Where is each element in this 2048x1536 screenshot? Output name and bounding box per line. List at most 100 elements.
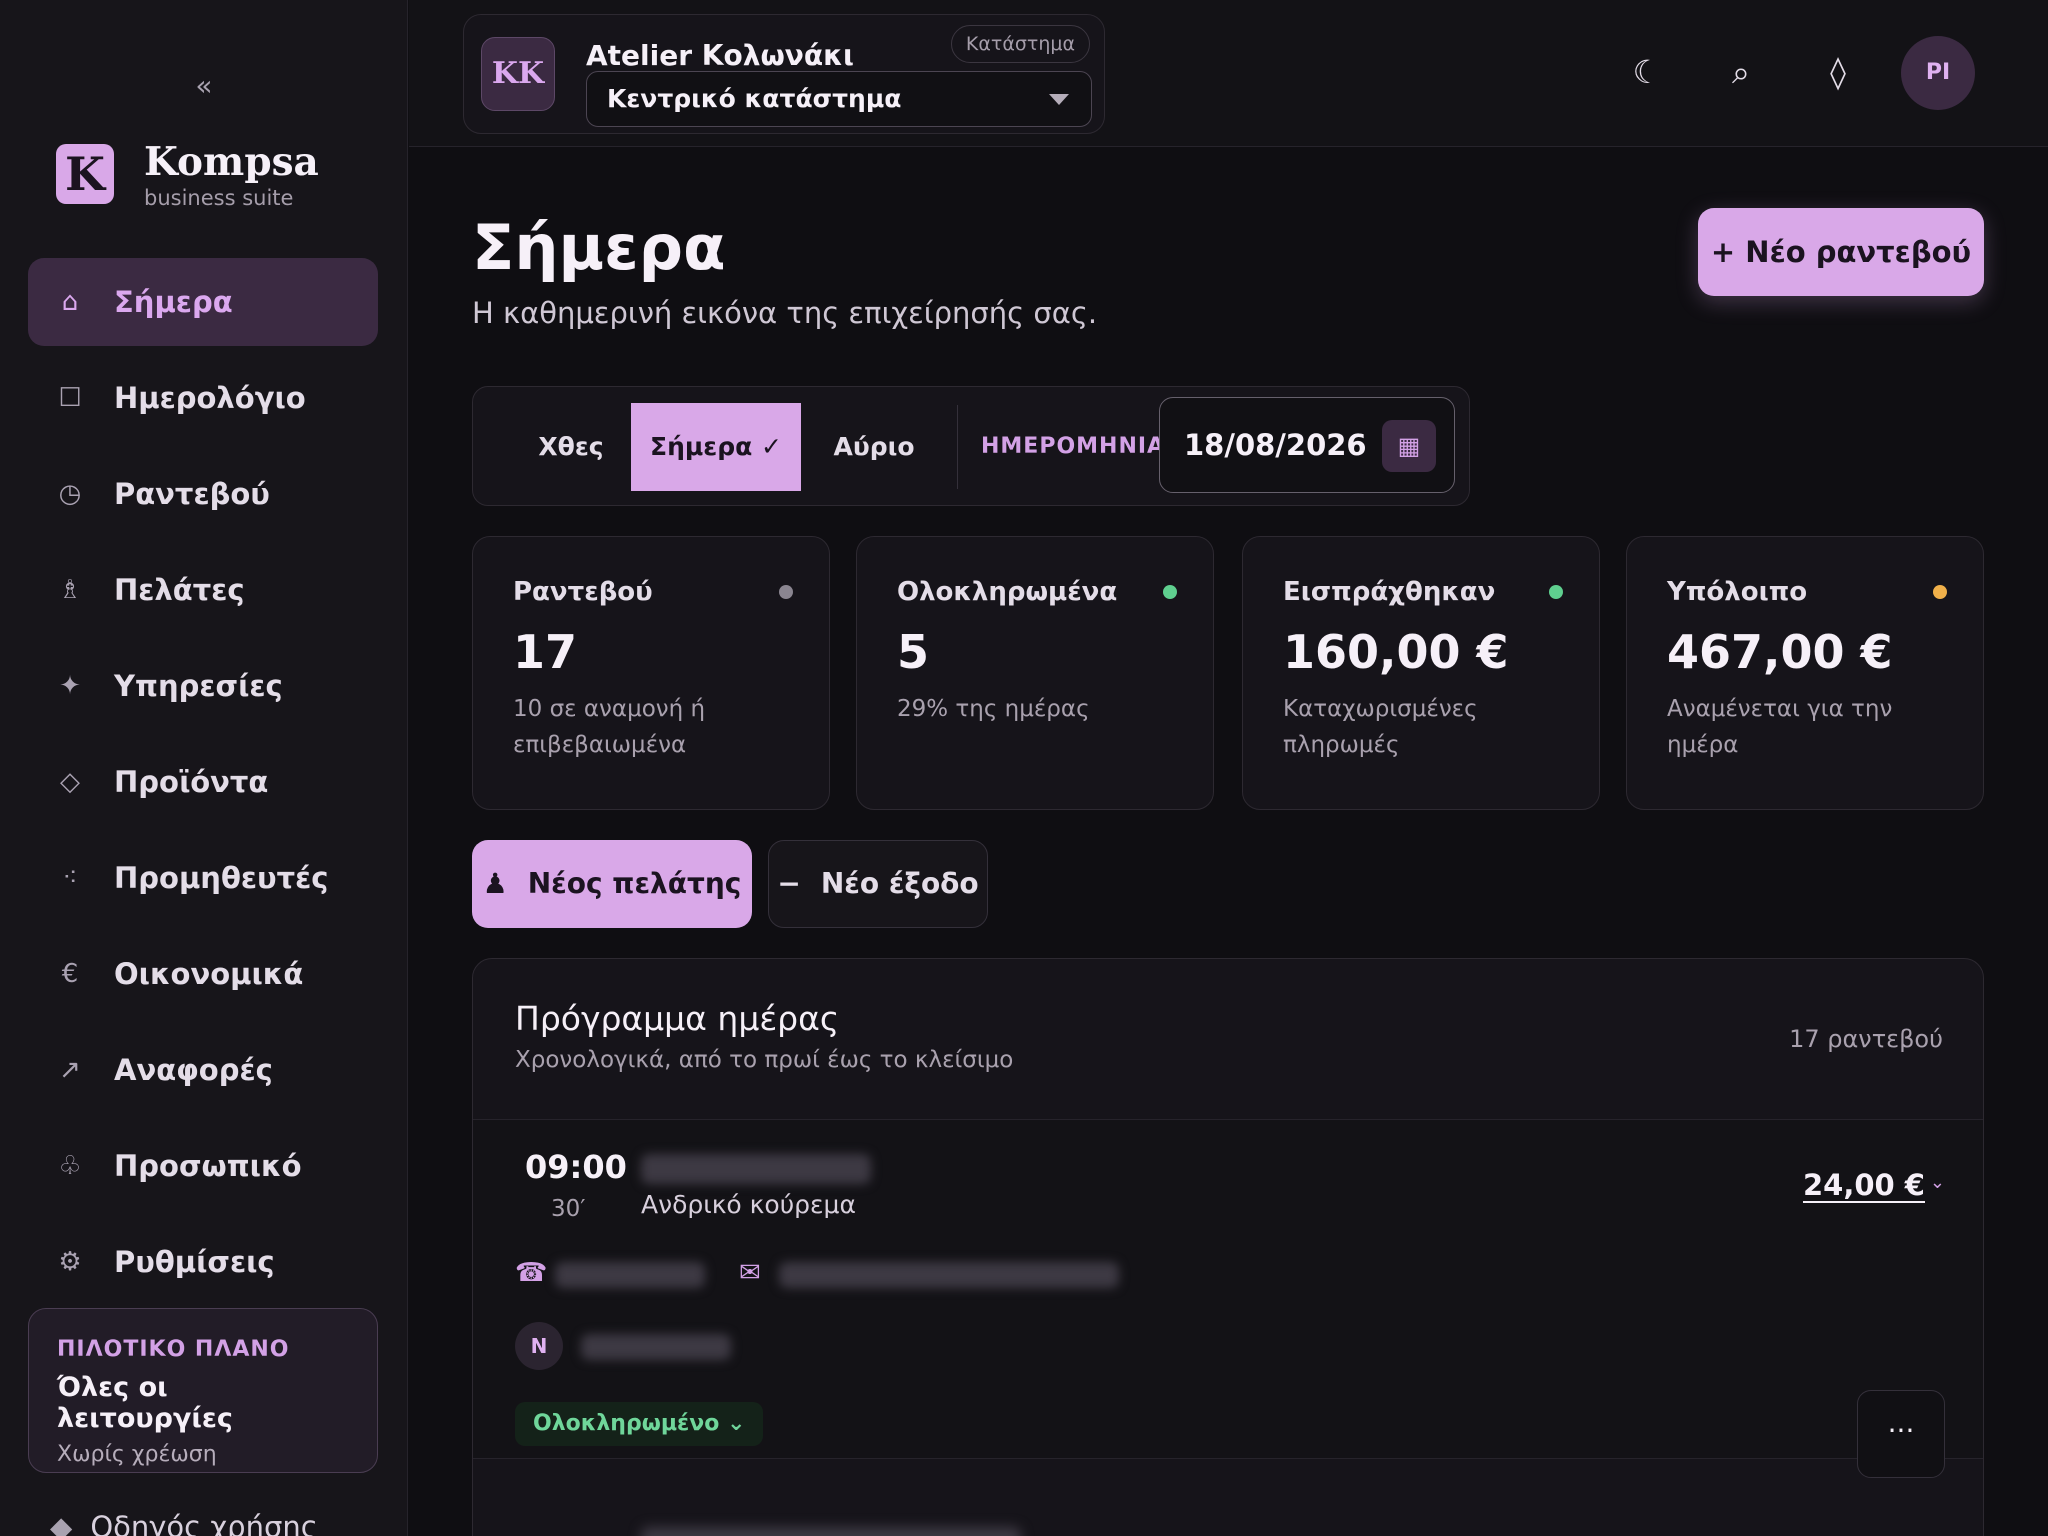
sidebar-nav: ⌂ Σήμερα ☐ Ημερολόγιο ◷ Ραντεβού ♗ Πελάτ… [28, 258, 378, 1314]
tab-today[interactable]: Σήμερα ✓ [631, 403, 801, 491]
sidebar-item-guide[interactable]: ◆ Οδηγός χρήσης [50, 1510, 318, 1536]
appointment-time: 09:00 [525, 1148, 627, 1186]
stat-value: 467,00 € [1667, 625, 1893, 679]
plan-subtitle: Χωρίς χρέωση [57, 1442, 217, 1467]
stat-label: Υπόλοιπο [1667, 577, 1808, 607]
moon-icon[interactable]: ☾ [1627, 48, 1667, 96]
sidebar: « K Kompsa business suite ⌂ Σήμερα ☐ Ημε… [0, 0, 408, 1536]
phone-icon: ☎ [515, 1258, 548, 1288]
appointment-duration: 30′ [551, 1196, 586, 1222]
plan-card[interactable]: ΠΙΛΟΤΙΚΟ ΠΛΑΝΟ Όλες οι λειτουργίες Χωρίς… [28, 1308, 378, 1473]
arrow-up-right-icon: ↗ [59, 1055, 81, 1085]
sidebar-item-reports[interactable]: ↗ Αναφορές [28, 1026, 378, 1114]
schedule-subtitle: Χρονολογικά, από το πρωί έως το κλείσιμο [515, 1047, 1014, 1073]
notification-icon[interactable]: ◊ [1818, 48, 1858, 96]
schedule-title: Πρόγραμμα ημέρας [515, 999, 840, 1038]
stat-label: Ραντεβού [513, 577, 653, 607]
guide-icon: ◆ [50, 1510, 73, 1536]
staff-avatar: N [515, 1322, 563, 1370]
appointment-count: 17 ραντεβού [1789, 1025, 1943, 1053]
status-dot [1933, 585, 1947, 599]
status-dot [1549, 585, 1563, 599]
sidebar-item-label: Σήμερα [114, 285, 233, 319]
store-avatar: KK [481, 37, 555, 111]
tab-tomorrow[interactable]: Αύριο [803, 403, 945, 491]
mail-icon: ✉ [739, 1258, 761, 1288]
person-icon: ♗ [58, 575, 82, 605]
divider [957, 405, 958, 489]
date-input[interactable]: 18/08/2026 ▦ [1159, 397, 1455, 493]
stat-card-appointments: Ραντεβού 17 10 σε αναμονή ή επιβεβαιωμέν… [472, 536, 830, 810]
more-options-button[interactable]: ··· [1857, 1390, 1945, 1478]
chevron-down-icon[interactable]: ⌄ [1930, 1172, 1945, 1193]
calendar-icon: ☐ [58, 383, 82, 413]
search-icon[interactable]: ⌕ [1721, 48, 1761, 96]
brand[interactable]: K Kompsa business suite [56, 140, 319, 210]
club-icon: ♧ [58, 1151, 82, 1181]
stat-value: 5 [897, 625, 930, 679]
sidebar-item-label: Ρυθμίσεις [114, 1245, 275, 1279]
store-name: Atelier Κολωνάκι [586, 39, 854, 72]
clock-icon: ◷ [58, 479, 82, 509]
sidebar-item-clients[interactable]: ♗ Πελάτες [28, 546, 378, 634]
new-appointment-button[interactable]: + Νέο ραντεβού [1698, 208, 1984, 296]
button-label: Νέο έξοδο [820, 867, 979, 900]
sidebar-item-finance[interactable]: € Οικονομικά [28, 930, 378, 1018]
sidebar-item-label: Ημερολόγιο [114, 381, 306, 415]
gear-icon: ⚙ [58, 1247, 82, 1277]
store-switcher: KK Atelier Κολωνάκι Κατάστημα Κεντρικό κ… [463, 14, 1105, 134]
collapse-sidebar-button[interactable]: « [180, 66, 228, 106]
status-dropdown[interactable]: Ολοκληρωμένο ⌄ [515, 1402, 764, 1446]
sidebar-item-today[interactable]: ⌂ Σήμερα [28, 258, 378, 346]
stat-label: Εισπράχθηκαν [1283, 577, 1496, 607]
status-dot [779, 585, 793, 599]
tab-yesterday[interactable]: Χθες [493, 403, 649, 491]
next-appointment-redacted [641, 1527, 1021, 1536]
calendar-picker-icon[interactable]: ▦ [1382, 420, 1436, 472]
date-selector: Χθες Σήμερα ✓ Αύριο ΗΜΕΡΟΜΗΝΙΑ 18/08/202… [472, 386, 1470, 506]
euro-icon: € [61, 959, 79, 989]
button-label: Νέος πελάτης [527, 867, 742, 900]
stat-card-collected: Εισπράχθηκαν 160,00 € Καταχωρισμένες πλη… [1242, 536, 1600, 810]
appointment-row[interactable]: 09:00 30′ Ανδρικό κούρεμα 24,00 € ⌄ ☎ ✉ … [473, 1119, 1983, 1478]
sidebar-item-label: Ραντεβού [114, 477, 270, 511]
person-icon: ♟ [482, 867, 508, 900]
service-name: Ανδρικό κούρεμα [641, 1190, 856, 1219]
stat-note: Καταχωρισμένες πληρωμές [1283, 696, 1478, 758]
client-name-redacted [641, 1154, 871, 1184]
sidebar-item-services[interactable]: ✦ Υπηρεσίες [28, 642, 378, 730]
sidebar-item-suppliers[interactable]: ⁖ Προμηθευτές [28, 834, 378, 922]
stat-value: 160,00 € [1283, 625, 1509, 679]
stat-note: 10 σε αναμονή ή επιβεβαιωμένα [513, 696, 706, 758]
sidebar-item-appointments[interactable]: ◷ Ραντεβού [28, 450, 378, 538]
home-icon: ⌂ [61, 287, 79, 317]
sidebar-item-label: Προμηθευτές [114, 861, 329, 895]
new-expense-button[interactable]: − Νέο έξοδο [768, 840, 988, 928]
store-select[interactable]: Κεντρικό κατάστημα [586, 71, 1092, 127]
date-value: 18/08/2026 [1184, 428, 1367, 462]
phone-redacted [555, 1262, 705, 1288]
new-client-button[interactable]: ♟ Νέος πελάτης [472, 840, 752, 928]
sidebar-item-settings[interactable]: ⚙ Ρυθμίσεις [28, 1218, 378, 1306]
network-icon: ⁖ [62, 863, 78, 893]
page-subtitle: Η καθημερινή εικόνα της επιχείρησής σας. [472, 296, 1098, 330]
sidebar-item-calendar[interactable]: ☐ Ημερολόγιο [28, 354, 378, 442]
email-redacted [779, 1262, 1119, 1288]
date-label: ΗΜΕΡΟΜΗΝΙΑ [981, 434, 1166, 459]
user-avatar[interactable]: PI [1901, 36, 1975, 110]
stat-card-completed: Ολοκληρωμένα 5 29% της ημέρας [856, 536, 1214, 810]
status-dot [1163, 585, 1177, 599]
stat-note: 29% της ημέρας [897, 696, 1090, 722]
sidebar-item-label: Πελάτες [114, 573, 245, 607]
sidebar-item-products[interactable]: ◇ Προϊόντα [28, 738, 378, 826]
brand-name: Kompsa [144, 139, 319, 185]
brand-subtitle: business suite [144, 186, 294, 210]
plan-title: Όλες οι λειτουργίες [57, 1372, 233, 1434]
diamond-icon: ◇ [60, 767, 80, 797]
sidebar-item-label: Υπηρεσίες [114, 669, 283, 703]
topbar: KK Atelier Κολωνάκι Κατάστημα Κεντρικό κ… [409, 0, 2048, 147]
sidebar-item-label: Προϊόντα [114, 765, 269, 799]
plan-tag: ΠΙΛΟΤΙΚΟ ΠΛΑΝΟ [57, 1337, 290, 1362]
sidebar-item-staff[interactable]: ♧ Προσωπικό [28, 1122, 378, 1210]
appointment-price[interactable]: 24,00 € [1803, 1168, 1925, 1202]
